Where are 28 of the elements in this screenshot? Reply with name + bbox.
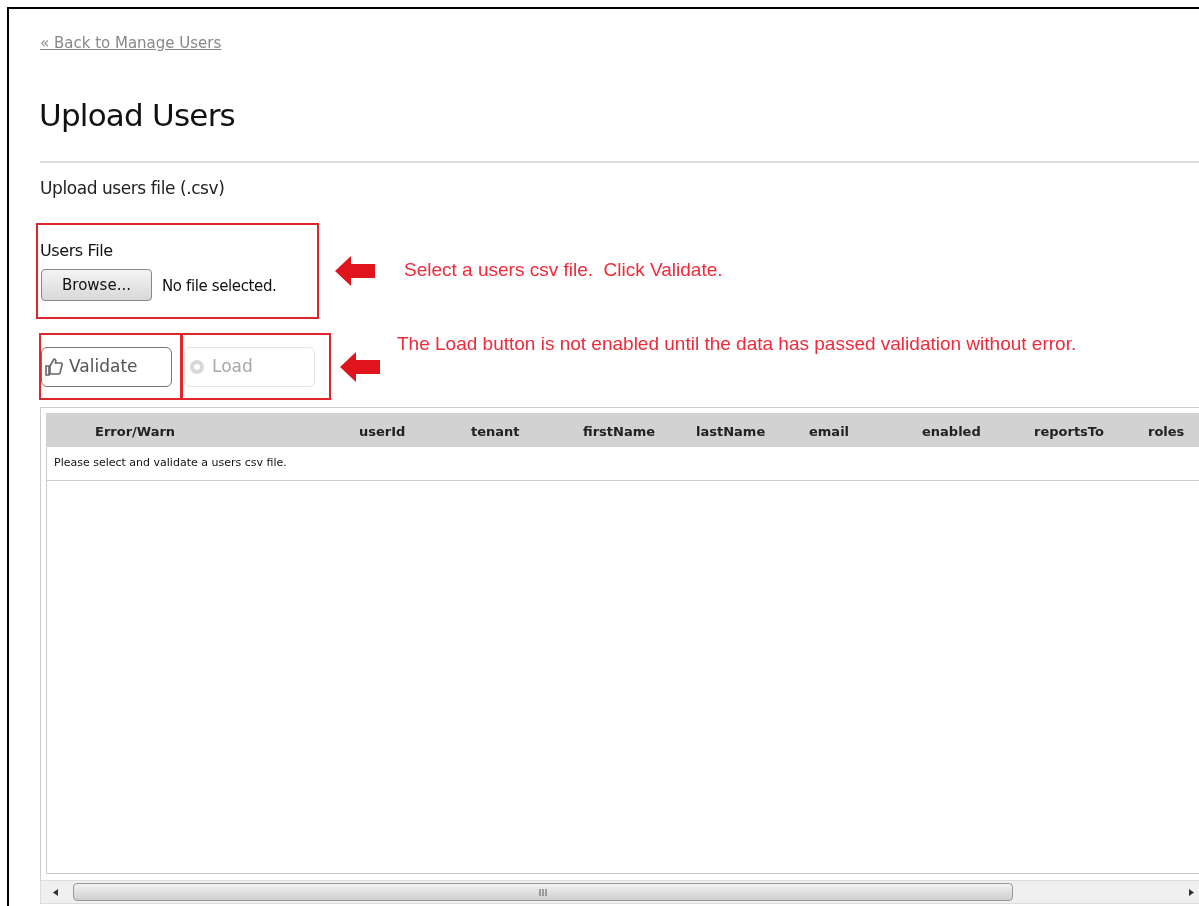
annotation-text: The Load button is not enabled until the data has passed validation without error. — [397, 332, 1078, 356]
column-header[interactable]: reportsTo — [1034, 422, 1104, 442]
arrow-icon — [340, 352, 380, 382]
column-header[interactable]: enabled — [922, 422, 981, 442]
page-title: Upload Users — [39, 96, 235, 135]
browse-button[interactable]: Browse... — [41, 269, 152, 301]
back-link[interactable]: « Back to Manage Users — [40, 34, 222, 52]
section-title: Upload users file (.csv) — [40, 177, 225, 200]
scrollbar-thumb[interactable] — [73, 883, 1013, 901]
file-status: No file selected. — [162, 276, 277, 297]
scroll-left-icon[interactable] — [53, 889, 58, 896]
field-label: Users File — [40, 240, 113, 262]
column-header[interactable]: Error/Warn — [95, 422, 176, 442]
column-header[interactable]: lastName — [696, 422, 766, 442]
annotation-text: Select a users csv file. Click Validate. — [404, 258, 724, 282]
validate-button[interactable]: Validate — [41, 347, 172, 387]
arrow-icon — [335, 256, 375, 286]
scroll-right-icon[interactable] — [1189, 889, 1194, 896]
table-message: Please select and validate a users csv file. — [54, 455, 287, 472]
thumbs-up-icon — [45, 358, 63, 376]
column-header[interactable]: roles — [1148, 422, 1185, 442]
column-header[interactable]: tenant — [471, 422, 520, 442]
horizontal-scrollbar[interactable] — [40, 880, 1199, 904]
column-header[interactable]: userId — [359, 422, 406, 442]
circle-icon — [188, 358, 206, 376]
grip-icon — [539, 889, 547, 896]
column-header[interactable]: firstName — [583, 422, 655, 442]
column-header[interactable]: email — [809, 422, 850, 442]
